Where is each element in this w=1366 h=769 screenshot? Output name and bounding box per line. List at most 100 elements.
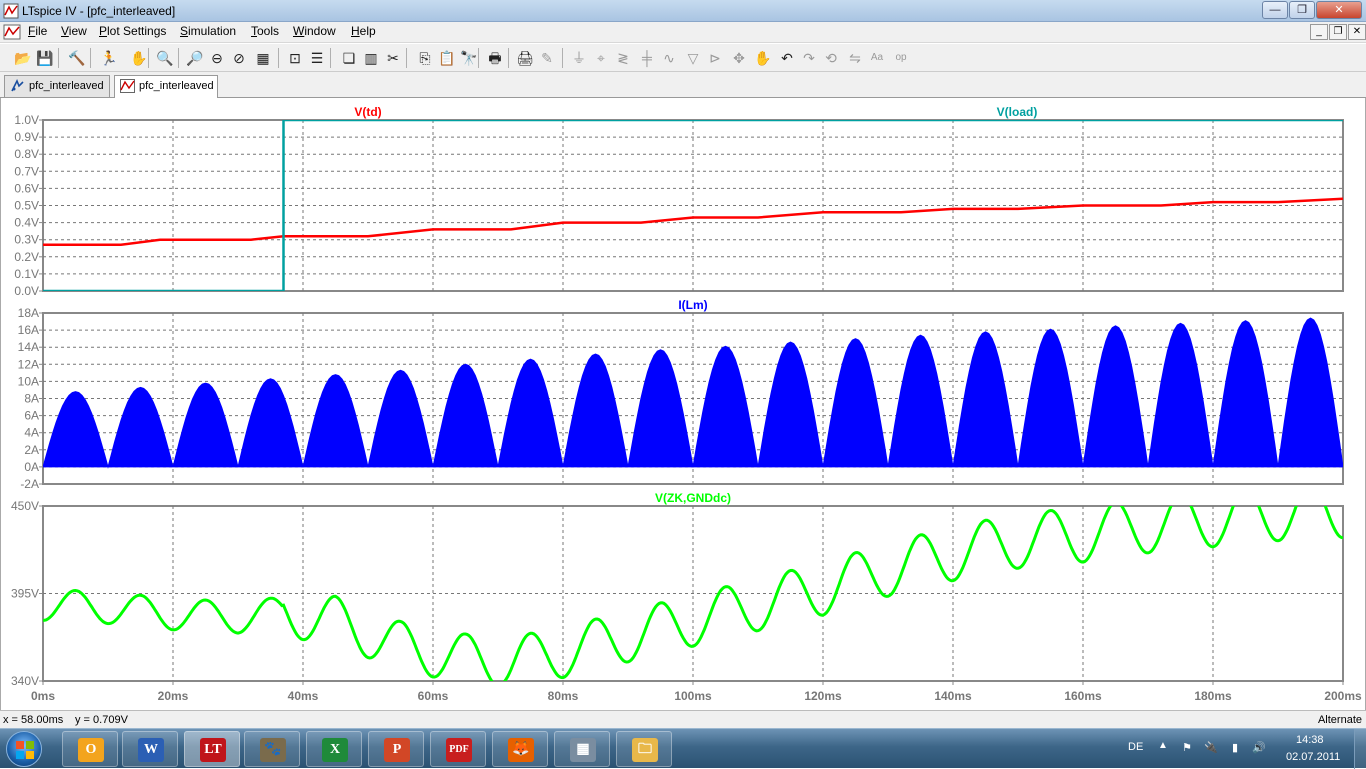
ground-icon[interactable]: ⏚ [570,49,588,67]
tile-horizontal-icon[interactable]: ☰ [308,49,326,67]
language-indicator[interactable]: DE [1128,741,1143,753]
run-icon[interactable]: 🏃 [100,49,118,67]
tab-label: pfc_interleaved [29,80,104,92]
halt-icon[interactable]: ✋ [130,49,148,67]
label-net-icon[interactable]: ⌖ [592,49,610,67]
tile-vertical-icon[interactable]: ▥ [362,49,380,67]
find-icon[interactable]: 🔭 [460,49,478,67]
copy-icon[interactable]: ⎘ [416,49,434,67]
x-tick-label: 40ms [288,689,319,703]
ltspice-app-icon[interactable] [3,3,19,19]
start-button[interactable] [6,731,42,767]
volume-icon[interactable]: 🔊 [1252,741,1266,755]
open-icon[interactable]: 📂 [14,49,32,67]
excel-taskbar-icon: X [322,738,348,762]
inductor-icon[interactable]: ∿ [660,49,678,67]
pick-visible-icon[interactable]: ⊡ [286,49,304,67]
waveform-viewer[interactable]: 0.0V 0.1V 0.2V 0.3V 0.4V 0.5V 0.6V 0.7V 0.8V 0.9V… [0,98,1366,710]
powerpoint-taskbar-button[interactable]: P [368,731,424,767]
windows-logo-icon [16,741,34,759]
word-taskbar-icon: W [138,738,164,762]
mdi-minimize-button[interactable]: _ [1310,24,1328,40]
paste-icon[interactable]: 📋 [438,49,456,67]
title-bar: LTspice IV - [pfc_interleaved] — ❐ ✕ [0,0,1366,22]
ltspice-doc-icon[interactable] [3,24,21,40]
print-icon[interactable]: 🖨 [516,49,534,67]
y-tick-label: 0.5V [14,199,39,213]
mirror-icon[interactable]: ⇋ [846,49,864,67]
menu-file[interactable]: File [26,24,49,38]
document-tabs: pfc_interleaved pfc_interleaved [0,72,1366,98]
rotate-icon[interactable]: ⟲ [822,49,840,67]
cut-icon[interactable]: ✂ [384,49,402,67]
component-icon[interactable]: ⊳ [706,49,724,67]
menu-help[interactable]: Help [349,24,378,38]
control-panel-icon[interactable]: 🔨 [68,49,86,67]
powerpoint-taskbar-icon: P [384,738,410,762]
capacitor-icon[interactable]: ╪ [638,49,656,67]
y-tick-label: 14A [18,340,39,354]
autorange-icon[interactable]: ▦ [254,49,272,67]
y-tick-label: 450V [11,499,39,513]
word-taskbar-button[interactable]: W [122,731,178,767]
toolbar-separator [178,48,179,68]
diode-icon[interactable]: ▽ [684,49,702,67]
clock-time[interactable]: 14:38 [1296,734,1324,746]
gimp-taskbar-button[interactable]: 🐾 [244,731,300,767]
gimp-taskbar-icon: 🐾 [260,738,286,762]
zoom-out-icon[interactable]: ⊖ [208,49,226,67]
outlook-taskbar-button[interactable]: O [62,731,118,767]
tab-schematic[interactable]: pfc_interleaved [4,75,110,97]
menu-simulation[interactable]: Simulation [178,24,238,38]
show-desktop-button[interactable] [1354,729,1366,769]
text-icon[interactable]: Aa [868,49,886,67]
zoom-cancel-icon[interactable]: ⊘ [230,49,248,67]
pdf-printer-taskbar-icon: PDF [446,738,472,762]
x-tick-label: 180ms [1194,689,1232,703]
network-icon[interactable]: ▮ [1228,741,1242,755]
show-hidden-icons-icon[interactable]: ▲ [1158,740,1168,751]
y-tick-label: 1.0V [14,113,39,127]
menu-tools[interactable]: Tools [249,24,281,38]
pdf-printer-taskbar-button[interactable]: PDF [430,731,486,767]
firefox-taskbar-button[interactable]: 🦊 [492,731,548,767]
waveform-plot[interactable]: 0.0V 0.1V 0.2V 0.3V 0.4V 0.5V 0.6V 0.7V 0.8V 0.9V… [1,98,1365,710]
zoom-area-icon[interactable]: 🔎 [186,49,204,67]
menu-window[interactable]: Window [291,24,338,38]
move-icon[interactable]: ✥ [730,49,748,67]
action-center-icon[interactable]: ⚑ [1180,741,1194,755]
close-button[interactable]: ✕ [1316,1,1362,19]
maximize-button[interactable]: ❐ [1289,1,1315,19]
minimize-button[interactable]: — [1262,1,1288,19]
wire-icon[interactable]: ✎ [538,49,556,67]
excel-taskbar-button[interactable]: X [306,731,362,767]
x-tick-label: 0ms [31,689,55,703]
save-icon[interactable]: 💾 [36,49,54,67]
explorer-taskbar-button[interactable]: 🗀 [616,731,672,767]
y-tick-label: 0.2V [14,250,39,264]
mdi-close-button[interactable]: ✕ [1348,24,1366,40]
calculator-taskbar-button[interactable]: ▦ [554,731,610,767]
toolbar-separator [278,48,279,68]
resistor-icon[interactable]: ≷ [614,49,632,67]
y-tick-label: 0.8V [14,147,39,161]
tab-waveform[interactable]: pfc_interleaved [114,75,218,98]
menu-plot-settings[interactable]: Plot Settings [97,24,168,38]
ltspice-taskbar-button[interactable]: LT [184,731,240,767]
mdi-restore-button[interactable]: ❐ [1329,24,1347,40]
waveform-icon [120,79,135,93]
spice-directive-icon[interactable]: op [892,49,910,67]
menu-accelerator: H [351,24,360,38]
menu-view[interactable]: View [59,24,89,38]
undo-icon[interactable]: ↶ [778,49,796,67]
print-setup-icon[interactable]: 🖶 [486,49,504,67]
cascade-icon[interactable]: ❏ [340,49,358,67]
drag-icon[interactable]: ✋ [754,49,772,67]
y-tick-label: 18A [18,306,39,320]
redo-icon[interactable]: ↷ [800,49,818,67]
y-tick-label: -2A [20,477,39,491]
menu-bar: File View Plot Settings Simulation Tools Wind… [0,22,1366,43]
clock-date[interactable]: 02.07.2011 [1286,751,1340,763]
zoom-in-icon[interactable]: 🔍 [156,49,174,67]
power-icon[interactable]: 🔌 [1204,741,1218,755]
